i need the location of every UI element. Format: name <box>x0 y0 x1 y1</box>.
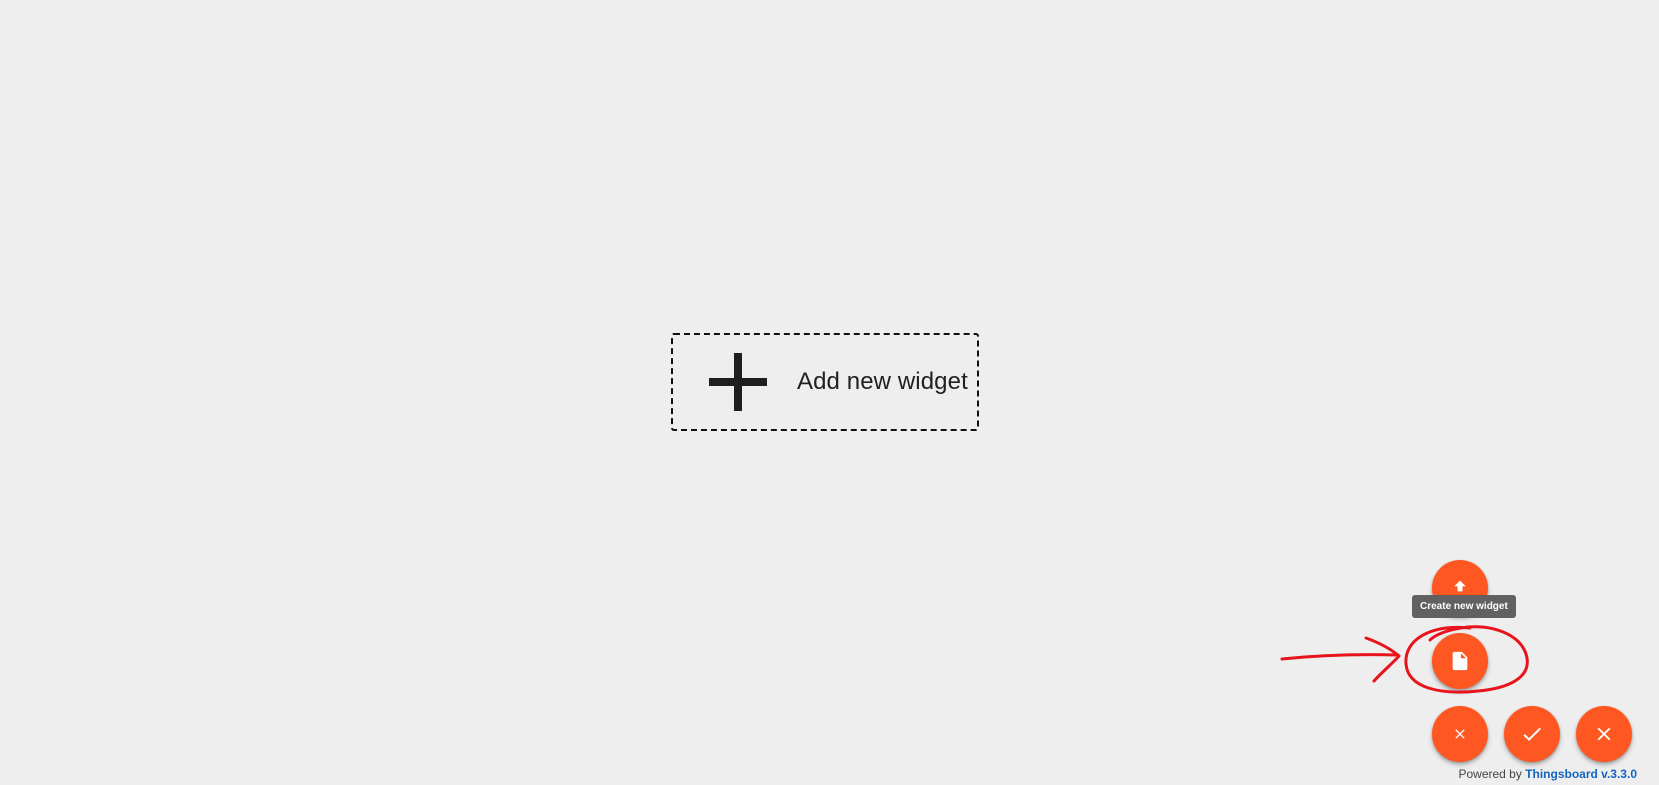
add-new-widget-label: Add new widget <box>797 368 968 395</box>
close-icon <box>1597 727 1611 741</box>
file-icon <box>1452 651 1468 671</box>
create-new-widget-button[interactable] <box>1432 633 1488 689</box>
powered-by-text: Powered by <box>1458 767 1522 781</box>
annotation-arrow <box>1280 636 1401 683</box>
apply-changes-button[interactable] <box>1504 706 1560 762</box>
add-new-widget-button[interactable]: Add new widget <box>671 333 979 431</box>
thingsboard-version-link[interactable]: Thingsboard v.3.3.0 <box>1525 767 1637 781</box>
check-icon <box>1523 727 1541 741</box>
dashboard-canvas: Add new widget Create new widget Powered… <box>0 0 1659 785</box>
footer: Powered by Thingsboard v.3.3.0 <box>1458 767 1637 781</box>
cancel-button[interactable] <box>1576 706 1632 762</box>
plus-icon <box>709 353 767 411</box>
close-menu-button[interactable] <box>1432 706 1488 762</box>
close-icon <box>1455 729 1465 739</box>
create-widget-tooltip: Create new widget <box>1412 595 1516 618</box>
